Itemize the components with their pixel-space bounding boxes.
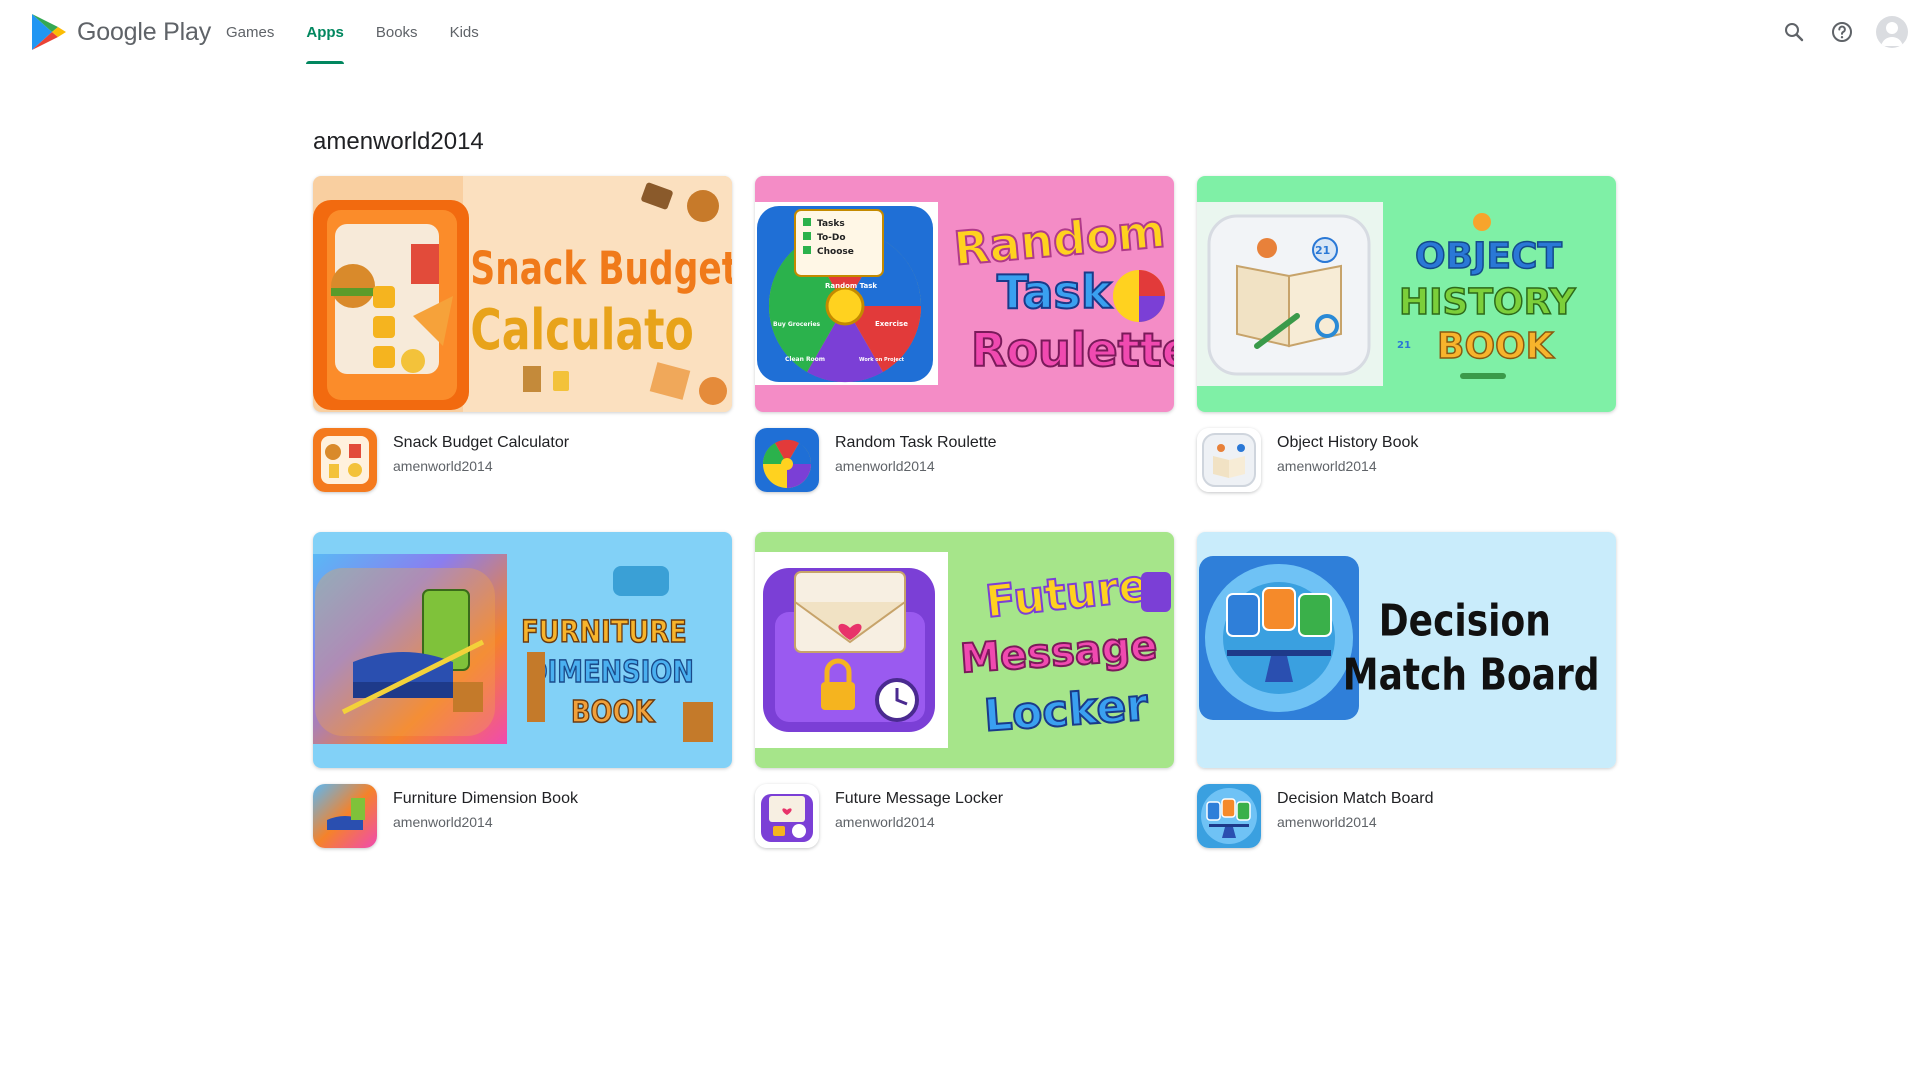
help-icon[interactable] (1818, 8, 1866, 56)
app-icon[interactable] (313, 784, 377, 848)
play-logo-icon (32, 14, 66, 50)
app-name[interactable]: Furniture Dimension Book (393, 788, 578, 810)
app-developer[interactable]: amenworld2014 (393, 812, 578, 832)
app-developer[interactable]: amenworld2014 (1277, 812, 1434, 832)
app-icon[interactable] (1197, 428, 1261, 492)
app-banner[interactable]: 21 OBJECT HISTORY BOOK 21 (1197, 176, 1616, 412)
app-card[interactable]: Decision Match Board Decision Match Boar… (1197, 532, 1616, 848)
calendar-badge: 21 (1315, 244, 1330, 257)
app-name[interactable]: Future Message Locker (835, 788, 1003, 810)
nav-tab-books[interactable]: Books (360, 0, 434, 64)
app-name[interactable]: Snack Budget Calculator (393, 432, 569, 454)
top-app-bar: Google Play Games Apps Books Kids (0, 0, 1920, 64)
wheel-label-project: Work on Project (859, 357, 905, 363)
main-nav: Games Apps Books Kids (210, 0, 495, 64)
banner-title-line2: DIMENSION (526, 654, 694, 689)
banner-title-line2: Task (997, 265, 1113, 319)
nav-tab-kids[interactable]: Kids (434, 0, 495, 64)
wheel-label-choose: Choose (817, 247, 854, 257)
app-name[interactable]: Decision Match Board (1277, 788, 1434, 810)
app-developer[interactable]: amenworld2014 (393, 456, 569, 476)
wheel-label-todo: To-Do (817, 233, 846, 243)
app-icon[interactable] (1197, 784, 1261, 848)
banner-title-line2: Calculato (470, 297, 693, 362)
app-icon[interactable] (313, 428, 377, 492)
developer-title: amenworld2014 (313, 128, 484, 155)
app-card[interactable]: Snack Budget Calculato Snack Budget Calc… (313, 176, 732, 492)
banner-title-line2: Match Board (1343, 651, 1600, 701)
app-card[interactable]: 21 OBJECT HISTORY BOOK 21 Object History… (1197, 176, 1616, 492)
app-name[interactable]: Random Task Roulette (835, 432, 997, 454)
banner-title-line1: Snack Budget (470, 243, 732, 295)
app-developer[interactable]: amenworld2014 (1277, 456, 1418, 476)
app-card[interactable]: Tasks To-Do Choose Random Task Buy Groce… (755, 176, 1174, 492)
banner-title-line3: BOOK (1437, 326, 1555, 367)
app-banner[interactable]: FURNITURE DIMENSION BOOK (313, 532, 732, 768)
app-banner[interactable]: Tasks To-Do Choose Random Task Buy Groce… (755, 176, 1174, 412)
account-icon (1881, 22, 1903, 46)
nav-tab-games[interactable]: Games (210, 0, 290, 64)
app-developer[interactable]: amenworld2014 (835, 812, 1003, 832)
banner-title-line3: Roulette (971, 323, 1174, 377)
brand-name: Google Play (77, 17, 211, 46)
app-icon[interactable] (755, 784, 819, 848)
account-avatar[interactable] (1876, 16, 1908, 48)
wheel-label-exercise: Exercise (875, 320, 908, 328)
banner-title-line1: OBJECT (1415, 236, 1562, 277)
app-grid: Snack Budget Calculato Snack Budget Calc… (313, 176, 1616, 848)
header-actions (1770, 0, 1920, 64)
banner-title-line1: FURNITURE (521, 614, 687, 649)
wheel-label-tasks: Tasks (817, 219, 845, 229)
app-banner[interactable]: Snack Budget Calculato (313, 176, 732, 412)
calendar-badge-small: 21 (1397, 340, 1411, 351)
app-banner[interactable]: Future Message Locker (755, 532, 1174, 768)
banner-title-line3: BOOK (571, 694, 656, 729)
search-icon[interactable] (1770, 8, 1818, 56)
app-developer[interactable]: amenworld2014 (835, 456, 997, 476)
google-play-logo[interactable]: Google Play (30, 12, 211, 52)
nav-tab-apps[interactable]: Apps (290, 0, 360, 64)
app-banner[interactable]: Decision Match Board (1197, 532, 1616, 768)
wheel-label-groceries: Buy Groceries (773, 321, 821, 328)
wheel-label-clean-room: Clean Room (785, 356, 825, 363)
banner-title-line1: Decision (1379, 597, 1551, 647)
app-card[interactable]: FURNITURE DIMENSION BOOK Furniture Dimen… (313, 532, 732, 848)
wheel-label-random-task: Random Task (825, 282, 877, 290)
banner-title-line2: HISTORY (1399, 282, 1576, 323)
app-name[interactable]: Object History Book (1277, 432, 1418, 454)
app-card[interactable]: Future Message Locker Future Message Loc… (755, 532, 1174, 848)
app-icon[interactable] (755, 428, 819, 492)
